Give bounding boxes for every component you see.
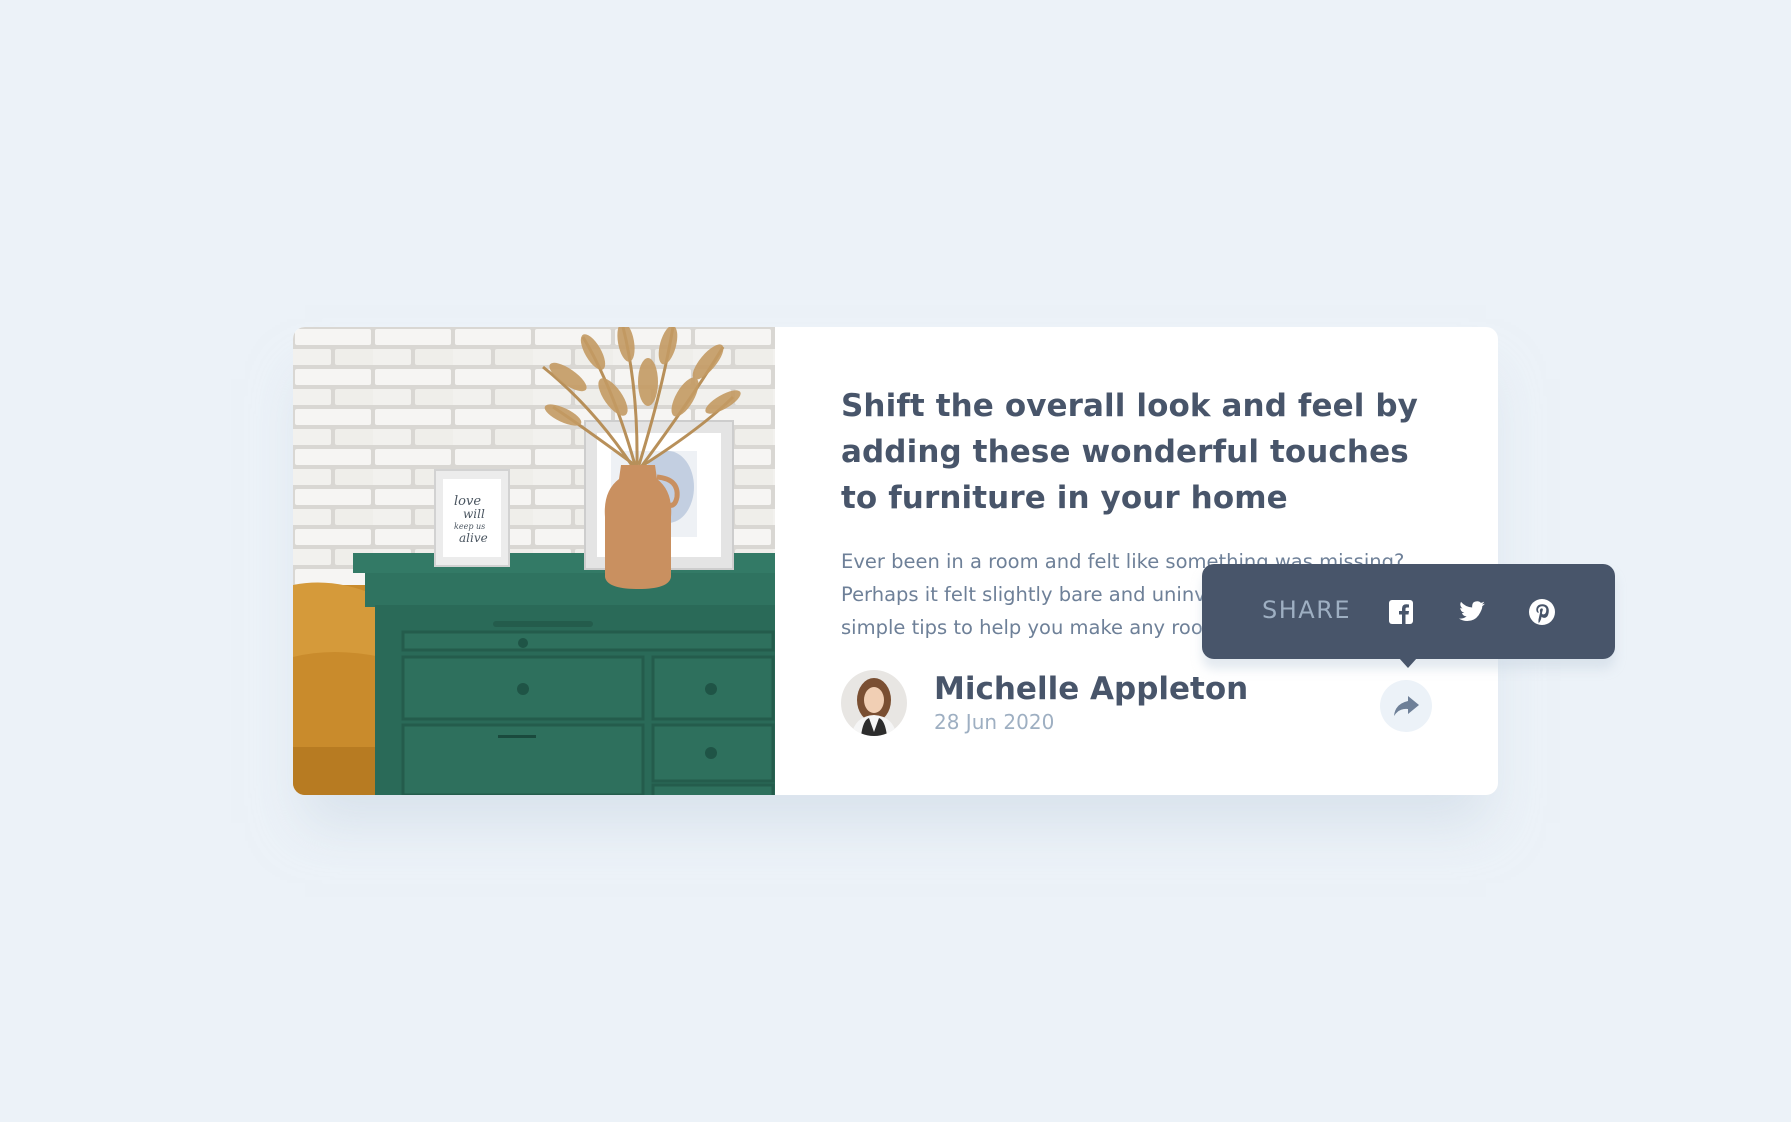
author-info: Michelle Appleton 28 Jun 2020	[934, 670, 1248, 736]
author-block: Michelle Appleton 28 Jun 2020	[841, 670, 1248, 736]
share-label: SHARE	[1262, 596, 1352, 624]
twitter-link[interactable]	[1458, 598, 1486, 626]
drawers-illustration: love will keep us alive	[293, 327, 775, 795]
avatar	[841, 670, 907, 736]
publish-date: 28 Jun 2020	[934, 710, 1055, 734]
share-arrow-icon	[1394, 696, 1419, 716]
article-photo: love will keep us alive	[293, 327, 775, 795]
facebook-link[interactable]	[1387, 598, 1415, 626]
article-title: Shift the overall look and feel by addin…	[841, 388, 1418, 516]
svg-text:will: will	[463, 507, 485, 521]
svg-text:alive: alive	[459, 531, 488, 545]
article-card: love will keep us alive Shift the overal…	[293, 327, 1498, 795]
share-tooltip: SHARE	[1202, 564, 1615, 668]
facebook-icon	[1389, 600, 1413, 624]
twitter-icon	[1459, 601, 1485, 621]
author-name: Michelle Appleton	[934, 671, 1249, 707]
pinterest-icon	[1529, 599, 1555, 625]
pinterest-link[interactable]	[1528, 598, 1556, 626]
svg-text:keep us: keep us	[454, 522, 485, 531]
share-button[interactable]	[1380, 680, 1432, 732]
